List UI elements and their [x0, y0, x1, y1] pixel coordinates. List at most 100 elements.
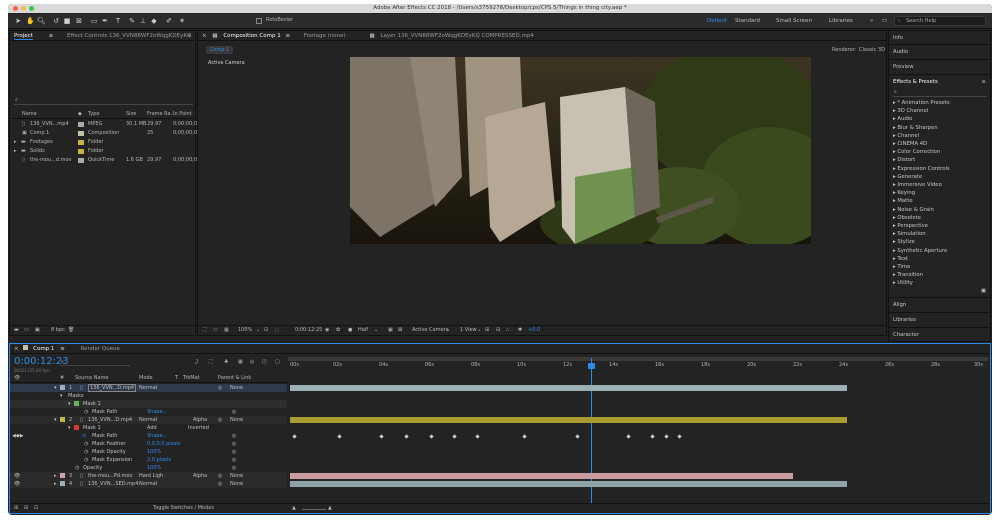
- region-icon[interactable]: ⊠: [398, 327, 402, 334]
- property-row[interactable]: ▾ Mask 1: [10, 400, 287, 408]
- property-row[interactable]: ◷ Mask Path Shape... ◎: [10, 408, 287, 416]
- effect-category[interactable]: ▸ Utility: [893, 279, 988, 287]
- keyframe[interactable]: [522, 434, 527, 439]
- layer-name[interactable]: the-mou...Pd.mov: [88, 472, 133, 480]
- zoom-window-button[interactable]: [29, 6, 34, 11]
- workspace-small-screen[interactable]: Small Screen: [776, 18, 812, 24]
- stopwatch-icon[interactable]: ◷: [75, 464, 79, 472]
- keyframe[interactable]: [429, 434, 434, 439]
- snapshot-camera-icon[interactable]: ◉: [325, 327, 329, 334]
- disclosure-triangle-icon[interactable]: ▸: [14, 139, 17, 146]
- timeline-search-input[interactable]: ⌕: [60, 359, 130, 366]
- workspace-libraries[interactable]: Libraries: [829, 18, 853, 24]
- property-row[interactable]: ◷ Mask Opacity 100% ◎: [10, 448, 287, 456]
- pickwhip-icon[interactable]: ◎: [218, 384, 222, 392]
- zoom-tool-icon[interactable]: 🔍︎: [37, 17, 46, 25]
- work-area-bar[interactable]: [288, 357, 988, 361]
- transparency-grid-icon[interactable]: ▣: [388, 327, 393, 334]
- property-row[interactable]: ▾ Masks: [10, 392, 287, 400]
- layer-parent[interactable]: None: [230, 416, 243, 424]
- layer-row[interactable]: ▾ 1 ▯ 136_VVN...D.mp4 Normal ◎ None: [10, 384, 287, 392]
- composition-frame[interactable]: [350, 57, 811, 244]
- mask-visibility-icon[interactable]: ◌: [275, 327, 279, 334]
- camera-tool-icon[interactable]: ■: [63, 17, 71, 25]
- layer-parent[interactable]: None: [230, 472, 243, 480]
- effect-category[interactable]: ▸ Blur & Sharpen: [893, 124, 988, 132]
- disclosure-triangle-icon[interactable]: ▸: [54, 480, 57, 488]
- layer-4-duration-bar[interactable]: [290, 481, 847, 487]
- mask-name[interactable]: Mask 1: [83, 400, 101, 408]
- selection-tool-icon[interactable]: ➤: [14, 17, 22, 25]
- pickwhip-icon[interactable]: ◎: [218, 472, 222, 480]
- mask-opacity-value[interactable]: 100%: [147, 448, 161, 456]
- column-in-point[interactable]: In Point: [173, 111, 192, 118]
- mask-path-value[interactable]: Shape...: [147, 432, 167, 440]
- property-row[interactable]: ◷ Mask Feather 0.0,0.0 pixels ◎: [10, 440, 287, 448]
- layer-row[interactable]: 👁︎ ▸ 4 ▯ 136_VVN...SED.mp4 Normal ◎ None: [10, 480, 287, 488]
- tab-layer[interactable]: Layer 136_VVN88WF2oWqgKDEyKQ COMPRESSED.…: [380, 33, 533, 39]
- layer-parent[interactable]: None: [230, 480, 243, 488]
- effect-category[interactable]: ▸ Color Correction: [893, 148, 988, 156]
- rotate-tool-icon[interactable]: ↺: [52, 17, 60, 25]
- label-swatch[interactable]: [60, 417, 65, 422]
- effect-category[interactable]: ▸ Distort: [893, 156, 988, 164]
- mask-mode[interactable]: Add: [147, 424, 157, 432]
- new-folder-icon[interactable]: ▭: [24, 327, 29, 334]
- label-swatch[interactable]: [78, 149, 84, 154]
- layer-mode[interactable]: Hard Ligh: [139, 472, 163, 480]
- pickwhip-icon[interactable]: ◎: [218, 416, 222, 424]
- zoom-out-icon[interactable]: ▲: [292, 505, 296, 512]
- new-composition-icon[interactable]: ▣: [35, 327, 40, 334]
- roto-brush-tool-icon[interactable]: ✐: [165, 17, 173, 25]
- effect-controls-tab[interactable]: Effect Controls 136_VVN88WF2oWqgKDEyKQ: [67, 33, 191, 39]
- pen-tool-icon[interactable]: ✒: [101, 17, 109, 25]
- region-of-interest-icon[interactable]: ▭: [213, 327, 218, 334]
- mask-expansion-value[interactable]: 2.0 pixels: [147, 456, 171, 464]
- layer-row[interactable]: 👁︎ ▸ 3 ▯ the-mou...Pd.mov Hard Ligh Alph…: [10, 472, 287, 480]
- layer-mode[interactable]: Normal: [139, 416, 157, 424]
- layer-name[interactable]: 136_VVN...D.mp4: [88, 416, 132, 424]
- effect-category[interactable]: ▸ Immersive Video: [893, 181, 988, 189]
- expression-pickwhip-icon[interactable]: ◎: [232, 464, 236, 472]
- layer-trkmat[interactable]: Alpha: [193, 472, 207, 480]
- expand-layer-switches-icon[interactable]: ⊞: [14, 505, 18, 512]
- list-item[interactable]: ▣ Comp 1 Composition 25 0;00;00;0: [12, 129, 197, 138]
- keyframe[interactable]: [664, 434, 669, 439]
- column-frame-rate[interactable]: Frame Ra...: [147, 111, 175, 118]
- disclosure-triangle-icon[interactable]: ▸: [54, 472, 57, 480]
- panel-more-button[interactable]: »: [188, 31, 191, 41]
- label-swatch[interactable]: [78, 131, 84, 136]
- stopwatch-icon[interactable]: ◷: [84, 440, 88, 448]
- expression-pickwhip-icon[interactable]: ◎: [232, 408, 236, 416]
- eye-icon[interactable]: 👁︎: [14, 480, 20, 488]
- draft-3d-icon[interactable]: ⛶: [209, 359, 213, 366]
- list-item[interactable]: ▯ the-mou...d.mov QuickTime 1.6 GB 29.97…: [12, 156, 197, 165]
- effect-category[interactable]: ▸ Synthetic Aperture: [893, 247, 988, 255]
- color-icon[interactable]: ●: [348, 327, 352, 334]
- toggle-pixel-aspect-icon[interactable]: ⊞: [485, 327, 489, 334]
- tab-comp-1[interactable]: Comp 1: [33, 346, 54, 352]
- pickwhip-icon[interactable]: ◎: [218, 480, 222, 488]
- stopwatch-icon[interactable]: ◷: [84, 448, 88, 456]
- switches-icon[interactable]: ▢: [275, 359, 280, 366]
- align-panel-tab[interactable]: Align: [893, 299, 906, 311]
- project-search-input[interactable]: ⌕: [14, 97, 193, 105]
- disclosure-triangle-icon[interactable]: ▾: [68, 424, 71, 432]
- expand-in-out-icon[interactable]: ⊡: [34, 505, 38, 512]
- property-row[interactable]: ◀◆▶ ◷ Mask Path Shape... ◎: [10, 432, 287, 440]
- close-window-button[interactable]: [13, 6, 18, 11]
- resolution-dropdown[interactable]: Half: [358, 327, 368, 334]
- disclosure-triangle-icon[interactable]: ▾: [60, 392, 63, 400]
- layer-name[interactable]: 136_VVN...SED.mp4: [88, 480, 138, 488]
- stopwatch-icon[interactable]: ◷: [82, 432, 86, 440]
- column-type[interactable]: Type: [88, 111, 99, 118]
- column-size[interactable]: Size: [126, 111, 136, 118]
- property-row[interactable]: ▾ Mask 1 Add Inverted: [10, 424, 287, 432]
- effects-menu-icon[interactable]: ≡: [982, 77, 986, 87]
- frame-blending-icon[interactable]: ▦: [238, 359, 243, 366]
- rectangle-tool-icon[interactable]: ▭: [90, 17, 98, 25]
- layer-row[interactable]: ▾ 2 ▯ 136_VVN...D.mp4 Normal Alpha ◎ Non…: [10, 416, 287, 424]
- keyframe[interactable]: [677, 434, 682, 439]
- keyframe[interactable]: [404, 434, 409, 439]
- workspace-menu-icon[interactable]: ▭: [882, 18, 887, 24]
